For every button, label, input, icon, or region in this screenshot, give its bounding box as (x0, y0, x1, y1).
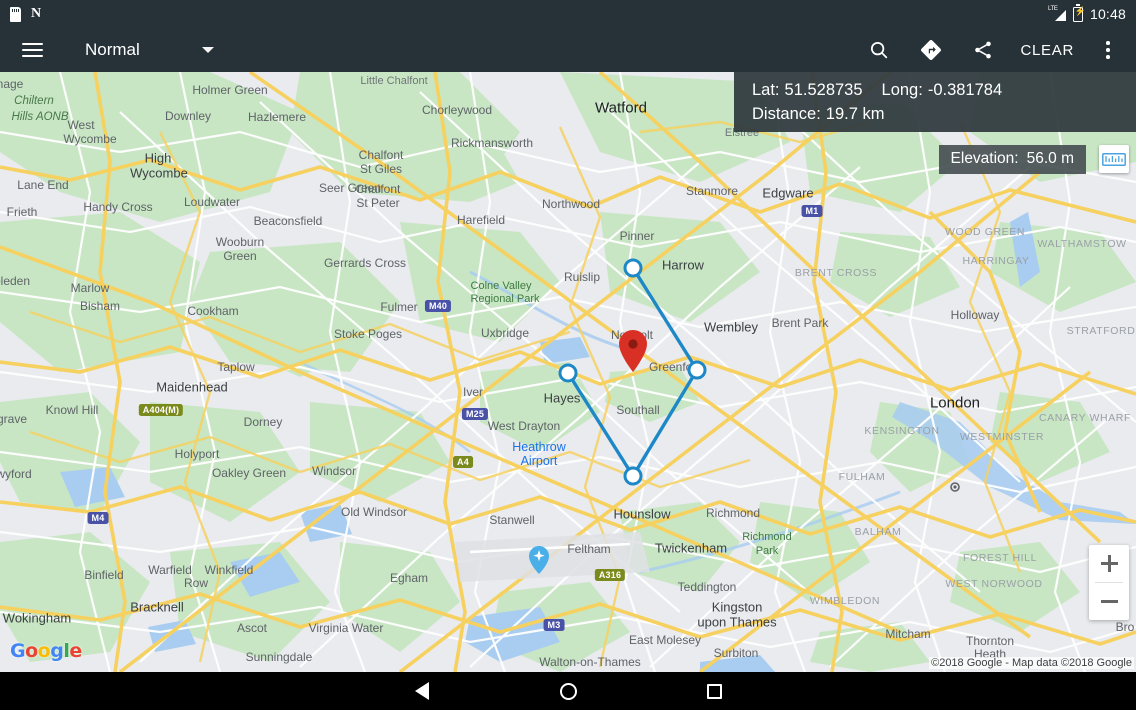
share-button[interactable] (960, 28, 1006, 72)
google-logo-letter: G (10, 640, 26, 662)
google-logo: Google (10, 640, 82, 662)
app-toolbar: Normal CLEAR (0, 28, 1136, 72)
zoom-out-button[interactable] (1089, 583, 1129, 620)
lat-label: Lat: (752, 81, 780, 99)
long-value: -0.381784 (927, 81, 1003, 99)
status-bar-left: N (10, 6, 42, 22)
distance-label: Distance: (752, 105, 821, 123)
google-logo-letter: g (50, 640, 64, 662)
battery-charging-icon (1072, 3, 1086, 22)
location-pin[interactable] (619, 330, 647, 372)
sd-card-icon (10, 6, 21, 22)
zoom-in-button[interactable] (1089, 545, 1129, 582)
status-bar-clock: 10:48 (1089, 6, 1126, 22)
nav-recents-button[interactable] (641, 683, 787, 699)
overflow-menu-icon[interactable] (1088, 28, 1128, 72)
nav-home-button[interactable] (495, 682, 641, 700)
elevation-label: Elevation: (950, 150, 1019, 167)
chevron-down-icon (201, 47, 214, 53)
lte-signal-icon: LTE (1048, 6, 1066, 22)
google-logo-letter: o (37, 640, 51, 662)
polyline-vertex-handle[interactable] (687, 360, 707, 380)
back-triangle-icon (415, 682, 429, 700)
elevation-value: 56.0 m (1026, 150, 1074, 167)
share-icon (975, 41, 992, 59)
status-bar-right: LTE 10:48 (1048, 3, 1126, 22)
toolbar-left: Normal (0, 28, 214, 72)
elevation-badge: Elevation: 56.0 m (938, 145, 1086, 174)
polyline-vertex-handle[interactable] (623, 466, 643, 486)
polyline-vertex-handle[interactable] (623, 258, 643, 278)
measure-polyline (566, 267, 699, 478)
long-label: Long: (881, 81, 923, 99)
search-button[interactable] (856, 28, 902, 72)
signal-bars-icon (1054, 9, 1066, 21)
latlong-row: Lat: 51.528735 Long: -0.381784 (752, 78, 1136, 103)
home-circle-icon (559, 682, 577, 700)
map-attribution: ©2018 Google - Map data ©2018 Google (929, 657, 1134, 669)
directions-button[interactable] (908, 28, 954, 72)
distance-value: 19.7 km (825, 105, 885, 123)
google-logo-letter: e (69, 640, 82, 662)
distance-row: Distance: 19.7 km (752, 103, 1136, 126)
map-type-spinner[interactable]: Normal (85, 40, 214, 60)
zoom-controls (1089, 545, 1129, 620)
map-type-label: Normal (85, 40, 140, 59)
directions-icon (921, 40, 942, 60)
recents-square-icon (706, 683, 722, 699)
coordinates-info-panel: Lat: 51.528735 Long: -0.381784 Distance: 19.… (734, 72, 1136, 132)
plus-icon (1100, 555, 1118, 572)
google-logo-letter: o (25, 640, 38, 662)
search-icon (871, 41, 888, 59)
measure-tool-button[interactable] (1099, 145, 1129, 173)
hamburger-menu-icon[interactable] (9, 28, 55, 72)
clear-button[interactable]: CLEAR (1012, 42, 1082, 59)
nav-back-button[interactable] (349, 682, 495, 700)
toolbar-actions: CLEAR (856, 28, 1136, 72)
android-nav-bar (0, 672, 1136, 710)
ruler-icon (1102, 152, 1126, 166)
polyline-vertex-handle[interactable] (558, 363, 578, 383)
status-bar: N LTE 10:48 (0, 0, 1136, 28)
lat-value: 51.528735 (784, 81, 863, 99)
minus-icon (1100, 593, 1118, 610)
app-root: N LTE 10:48 Normal (0, 0, 1136, 710)
nfc-n-icon: N (31, 6, 42, 21)
